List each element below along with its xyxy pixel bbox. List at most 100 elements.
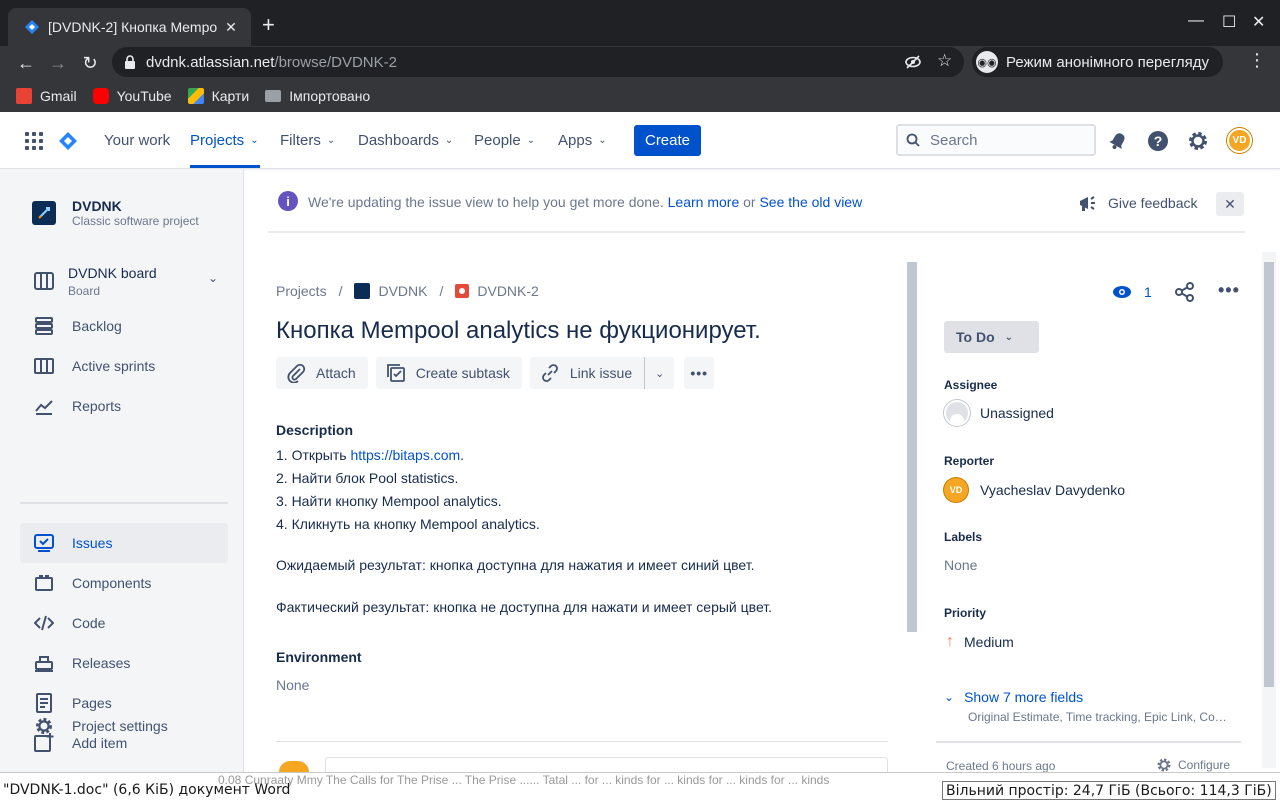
sidebar-item-project-settings[interactable]: Project settings	[20, 706, 228, 746]
url-host: dvdnk.atlassian.net	[146, 53, 275, 71]
browser-menu-icon[interactable]: ⋮	[1248, 50, 1266, 71]
status-dropdown[interactable]: To Do ⌄	[944, 321, 1039, 353]
nav-filters[interactable]: Filters ⌄	[280, 112, 335, 169]
nav-projects[interactable]: Projects ⌄	[190, 112, 260, 168]
nav-dashboards[interactable]: Dashboards ⌄	[358, 112, 453, 169]
bookmark-maps[interactable]: Карти	[187, 88, 249, 104]
sidebar-item-components[interactable]: Components	[20, 563, 228, 603]
actual-result[interactable]: Фактический результат: кнопка не доступн…	[276, 599, 772, 615]
sidebar-item-active-sprints[interactable]: Active sprints	[20, 346, 228, 386]
environment-value[interactable]: None	[276, 677, 309, 693]
more-actions-button[interactable]: •••	[684, 357, 715, 389]
maximize-icon[interactable]: ☐	[1222, 12, 1236, 32]
search-placeholder: Search	[930, 131, 978, 149]
share-icon[interactable]	[1174, 281, 1196, 303]
nav-your-work[interactable]: Your work	[104, 112, 170, 169]
bookmark-youtube[interactable]: YouTube	[92, 88, 172, 104]
nav-people[interactable]: People ⌄	[474, 112, 535, 169]
reporter-field[interactable]: VD Vyacheslav Davydenko	[944, 478, 1125, 502]
comment-divider	[276, 741, 888, 742]
main-scrollbar-thumb[interactable]	[907, 262, 917, 632]
watch-button[interactable]: 1	[1112, 282, 1152, 302]
configure-button[interactable]: Configure	[1156, 757, 1230, 773]
incognito-badge[interactable]: ◉◉ Режим анонімного перегляду	[972, 47, 1224, 77]
labels-field[interactable]: None	[944, 557, 977, 573]
priority-field[interactable]: ↑ Medium	[944, 633, 1014, 651]
code-icon	[34, 615, 54, 631]
give-feedback-button[interactable]: Give feedback	[1078, 193, 1198, 213]
search-icon	[906, 133, 920, 147]
incognito-icon: ◉◉	[976, 51, 998, 73]
sidebar-item-releases[interactable]: Releases	[20, 643, 228, 683]
sidebar-divider	[20, 502, 228, 504]
new-tab-icon[interactable]: +	[262, 13, 275, 37]
details-scrollbar-thumb[interactable]	[1264, 262, 1274, 687]
gear-icon[interactable]	[1186, 129, 1210, 153]
project-sidebar: DVDNK Classic software project DVDNK boa…	[0, 169, 244, 772]
description-step-2[interactable]: 2. Найти блок Pool statistics.	[276, 470, 458, 486]
bitaps-link[interactable]: https://bitaps.com	[350, 447, 460, 463]
nav-apps[interactable]: Apps ⌄	[558, 112, 607, 169]
description-step-1[interactable]: 1. Открыть https://bitaps.com.	[276, 447, 464, 463]
search-input[interactable]: Search	[896, 124, 1096, 156]
bookmark-gmail[interactable]: Gmail	[16, 88, 77, 104]
paperclip-icon	[287, 363, 306, 383]
bookmark-folder-imported[interactable]: Імпортовано	[265, 88, 370, 104]
back-icon[interactable]: ←	[14, 51, 38, 75]
show-more-fields-button[interactable]: ⌄ Show 7 more fields	[944, 689, 1083, 705]
help-icon[interactable]: ?	[1146, 129, 1170, 153]
create-subtask-button[interactable]: Create subtask	[375, 357, 522, 389]
reporter-avatar: VD	[944, 478, 968, 502]
sidebar-item-issues[interactable]: Issues	[20, 523, 228, 563]
description-step-3[interactable]: 3. Найти кнопку Mempool analytics.	[276, 493, 502, 509]
close-tab-icon[interactable]: ✕	[221, 19, 241, 36]
breadcrumb-project[interactable]: DVDNK	[378, 283, 427, 299]
sidebar-item-reports[interactable]: Reports	[20, 386, 228, 426]
main-scrollbar[interactable]	[906, 252, 918, 768]
reload-icon[interactable]: ↻	[78, 51, 102, 75]
browser-tab[interactable]: [DVDNK-2] Кнопка Mempo ✕	[8, 8, 251, 46]
link-issue-dropdown[interactable]: ⌄	[644, 357, 675, 389]
banner-message: We're updating the issue view to help yo…	[308, 194, 863, 210]
sidebar-item-code[interactable]: Code	[20, 603, 228, 643]
comment-input[interactable]	[325, 757, 888, 772]
chevron-down-icon: ⌄	[655, 367, 665, 380]
app-switcher-icon[interactable]	[25, 132, 43, 150]
more-fields-summary: Original Estimate, Time tracking, Epic L…	[968, 710, 1230, 724]
bookmark-star-icon[interactable]: ☆	[937, 51, 952, 71]
assignee-field[interactable]: Unassigned	[944, 400, 1054, 426]
close-icon[interactable]: ✕	[1216, 192, 1244, 216]
jira-favicon-icon	[25, 20, 39, 34]
board-switcher[interactable]: DVDNK board Board ⌄	[20, 257, 228, 305]
chevron-down-icon: ⌄	[1004, 331, 1014, 343]
forward-icon[interactable]: →	[46, 51, 70, 75]
breadcrumb-projects[interactable]: Projects	[276, 283, 327, 299]
old-view-link[interactable]: See the old view	[759, 194, 862, 210]
more-icon[interactable]: •••	[1218, 280, 1240, 301]
user-avatar[interactable]: VD	[1227, 128, 1252, 153]
eye-off-icon[interactable]	[904, 53, 922, 71]
sidebar-item-backlog[interactable]: Backlog	[20, 306, 228, 346]
minimize-icon[interactable]: —	[1188, 12, 1204, 30]
address-bar[interactable]: dvdnk.atlassian.net/browse/DVDNK-2	[112, 47, 964, 77]
info-icon: i	[278, 191, 298, 211]
assignee-label: Assignee	[944, 378, 998, 392]
create-button[interactable]: Create	[634, 125, 701, 156]
breadcrumb: Projects / DVDNK / DVDNK-2	[276, 283, 539, 299]
notifications-icon[interactable]	[1106, 129, 1130, 153]
details-scrollbar[interactable]	[1262, 252, 1276, 768]
file-manager-statusbar: 0.08 Cunraaty Mmy The Calls for The Pris…	[0, 772, 1280, 800]
sidebar-item-project-settings-clip	[20, 763, 228, 772]
tab-title: [DVDNK-2] Кнопка Mempo	[48, 19, 218, 35]
issue-title[interactable]: Кнопка Mempool analytics не фукционирует…	[276, 317, 761, 345]
issue-actions: Attach Create subtask Link issue ⌄ •••	[276, 357, 722, 389]
jira-logo-icon[interactable]	[58, 131, 78, 151]
expected-result[interactable]: Ожидаемый результат: кнопка доступна для…	[276, 557, 754, 573]
description-step-4[interactable]: 4. Кликнуть на кнопку Mempool analytics.	[276, 516, 540, 532]
attach-button[interactable]: Attach	[276, 357, 368, 389]
learn-more-link[interactable]: Learn more	[668, 194, 740, 210]
link-issue-button[interactable]: Link issue	[529, 357, 645, 389]
breadcrumb-issue-key[interactable]: DVDNK-2	[477, 283, 538, 299]
close-window-icon[interactable]: ✕	[1252, 12, 1265, 32]
project-name[interactable]: DVDNK	[72, 198, 122, 214]
